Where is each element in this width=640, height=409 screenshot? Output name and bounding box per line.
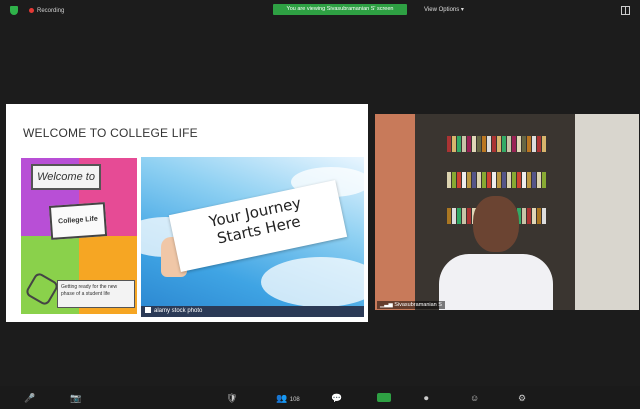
stock-watermark: alamy stock photo bbox=[141, 306, 364, 317]
microphone-muted-icon[interactable]: 🎤 bbox=[24, 393, 35, 403]
reactions-icon[interactable]: ☺ bbox=[470, 393, 479, 403]
record-icon[interactable]: ⏺ bbox=[424, 393, 429, 403]
participants-icon: 👥 bbox=[276, 393, 288, 403]
collage-caption: Getting ready for the new phase of a stu… bbox=[57, 280, 135, 308]
share-screen-button[interactable] bbox=[377, 393, 391, 402]
alamy-logo-icon bbox=[145, 307, 151, 314]
gallery-view-icon[interactable] bbox=[621, 6, 630, 15]
participants-button[interactable]: 👥 108 bbox=[276, 393, 300, 405]
watermark-text: alamy stock photo bbox=[154, 308, 203, 314]
video-off-icon[interactable]: 📷 bbox=[70, 393, 81, 403]
security-icon[interactable]: 🛡 bbox=[226, 393, 237, 403]
view-options-button[interactable]: View Options ▾ bbox=[424, 6, 464, 13]
recording-label: Recording bbox=[37, 8, 65, 15]
chat-icon[interactable]: 💬 bbox=[331, 393, 342, 403]
recording-indicator[interactable]: Recording bbox=[29, 8, 64, 14]
welcome-card: Welcome to bbox=[31, 164, 101, 190]
participant-name-label: ▁▃▅ Sivasubramanian S bbox=[377, 301, 445, 309]
security-shield-icon[interactable] bbox=[10, 6, 18, 15]
apps-icon[interactable]: ⚙ bbox=[518, 393, 526, 403]
participant-video[interactable]: ▁▃▅ Sivasubramanian S bbox=[375, 114, 639, 310]
college-life-card: College Life bbox=[48, 202, 108, 240]
view-options-label: View Options bbox=[424, 7, 460, 13]
signal-icon: ▁▃▅ bbox=[380, 302, 393, 308]
recording-dot-icon bbox=[29, 8, 34, 13]
slide-title: WELCOME TO COLLEGE LIFE bbox=[23, 126, 198, 140]
journey-photo: Your Journey Starts Here alamy stock pho… bbox=[141, 157, 364, 317]
meeting-toolbar: 🎤 📷 🛡 👥 108 💬 ⏺ ☺ ⚙ bbox=[0, 386, 640, 409]
college-life-collage: Welcome to College Life Getting ready fo… bbox=[21, 158, 137, 314]
participant-shirt bbox=[439, 254, 553, 310]
shared-screen: WELCOME TO COLLEGE LIFE Welcome to Colle… bbox=[6, 104, 368, 322]
chevron-down-icon: ▾ bbox=[460, 7, 464, 13]
participant-name: Sivasubramanian S bbox=[394, 302, 442, 308]
screen-share-banner: You are viewing Sivasubramanian S' scree… bbox=[273, 4, 407, 15]
bookshelf bbox=[447, 136, 547, 152]
participant-head bbox=[473, 196, 519, 252]
participants-count: 108 bbox=[289, 397, 300, 403]
top-bar: Recording You are viewing Sivasubramania… bbox=[0, 0, 640, 22]
